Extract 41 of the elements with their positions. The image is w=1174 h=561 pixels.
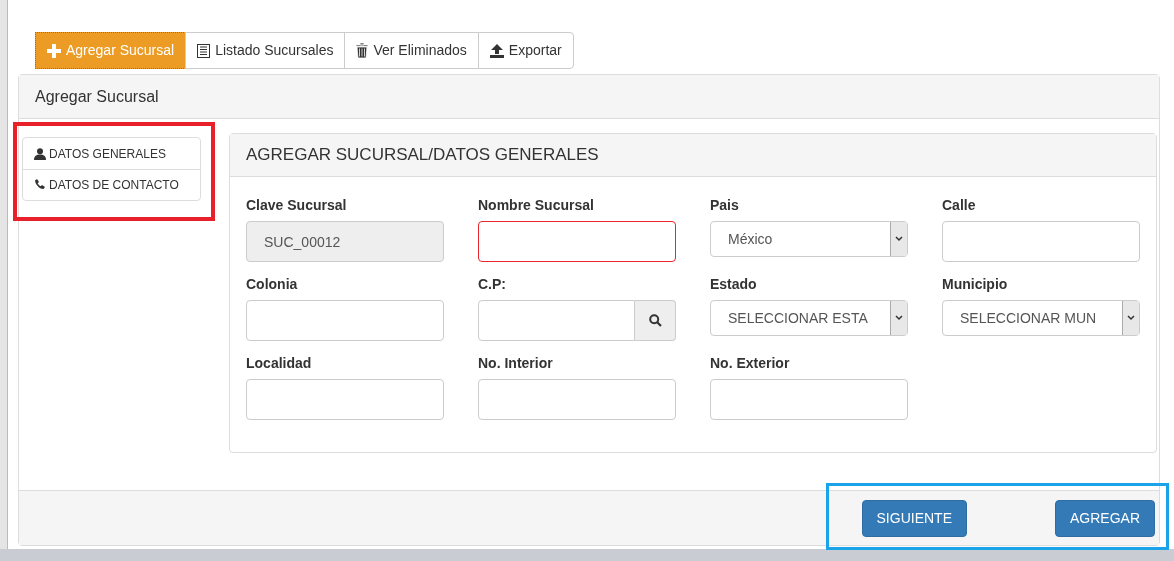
- input-field[interactable]: [478, 221, 676, 262]
- field-label: Pais: [710, 197, 740, 213]
- search-icon: [648, 314, 662, 327]
- chevron-down-icon: [1127, 315, 1135, 321]
- panel-title: Agregar Sucursal: [35, 86, 159, 107]
- field-label: Nombre Sucursal: [478, 197, 595, 213]
- tab[interactable]: Ver Eliminados: [344, 32, 479, 69]
- field-label: Colonia: [246, 276, 299, 292]
- side-nav-item[interactable]: DATOS DE CONTACTO: [23, 169, 200, 200]
- chevron-down-icon: [895, 315, 903, 321]
- search-button[interactable]: [635, 300, 676, 341]
- field-label: Localidad: [246, 355, 313, 371]
- upload-icon: [489, 43, 504, 58]
- phone-icon: [34, 179, 46, 191]
- select-field[interactable]: SELECCIONAR MUN: [942, 300, 1140, 336]
- field-label: Clave Sucursal: [246, 197, 348, 213]
- select-field[interactable]: SELECCIONAR ESTA: [710, 300, 908, 336]
- footer-button[interactable]: SIGUIENTE: [861, 499, 967, 537]
- list-icon: [197, 43, 211, 58]
- trash-icon: [356, 43, 369, 58]
- input-field[interactable]: [478, 300, 635, 341]
- field-label: Municipio: [942, 276, 1009, 292]
- plus-icon: [47, 43, 61, 58]
- user-icon: [34, 147, 46, 160]
- tab[interactable]: Listado Sucursales: [185, 32, 346, 69]
- input-field[interactable]: [942, 221, 1140, 262]
- form-title: AGREGAR SUCURSAL/DATOS GENERALES: [246, 144, 599, 167]
- input-field[interactable]: [246, 379, 444, 420]
- input-field[interactable]: [246, 300, 444, 341]
- input-field[interactable]: [710, 379, 908, 420]
- chevron-down-icon: [895, 236, 903, 242]
- field-label: C.P:: [478, 276, 507, 292]
- field-label: No. Interior: [478, 355, 554, 371]
- footer-button[interactable]: AGREGAR: [1055, 499, 1155, 537]
- side-nav-item[interactable]: DATOS GENERALES: [23, 138, 200, 169]
- field-label: Calle: [942, 197, 977, 213]
- select-field[interactable]: México: [710, 221, 908, 257]
- field-label: No. Exterior: [710, 355, 791, 371]
- field-label: Estado: [710, 276, 758, 292]
- input-field[interactable]: [478, 379, 676, 420]
- tab[interactable]: Exportar: [477, 32, 574, 69]
